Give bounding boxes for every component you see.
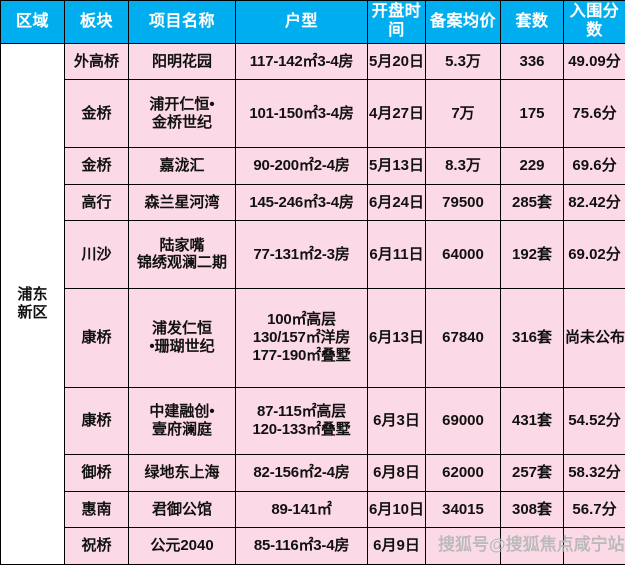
- avg-price-cell: [425, 527, 501, 565]
- column-header-open-date: 开盘时间: [367, 0, 426, 44]
- open-date-cell: 5月13日: [367, 147, 426, 185]
- column-header-block: 板块: [64, 0, 129, 44]
- project-name-cell: 陆家嘴 锦绣观澜二期: [128, 220, 236, 289]
- block-cell: 外高桥: [64, 42, 129, 81]
- table-row: 金桥 浦开仁恒• 金桥世纪 101-150㎡3-4房 4月27日 7万 175 75.6分: [1, 79, 625, 149]
- units-cell: [500, 527, 564, 565]
- project-name-cell: 中建融创• 壹府澜庭: [128, 386, 236, 456]
- block-cell: 康桥: [64, 287, 129, 388]
- layout-cell: 100㎡高层 130/157㎡洋房 177-190㎡叠墅: [235, 287, 368, 388]
- units-cell: 257套: [500, 454, 564, 492]
- score-cell: 82.42分: [563, 183, 625, 222]
- score-cell: 尚未公布: [563, 287, 625, 388]
- block-cell: 惠南: [64, 490, 129, 529]
- layout-cell: 101-150㎡3-4房: [235, 79, 368, 149]
- project-name-cell: 森兰星河湾: [128, 183, 236, 222]
- layout-cell: 145-246㎡3-4房: [235, 183, 368, 222]
- open-date-cell: 6月3日: [367, 386, 426, 456]
- block-cell: 祝桥: [64, 527, 129, 565]
- column-header-project-name: 项目名称: [128, 0, 236, 44]
- table-row: 康桥 中建融创• 壹府澜庭 87-115㎡高层 120-133㎡叠墅 6月3日 69000 4…: [1, 386, 625, 456]
- units-cell: 229: [500, 147, 564, 185]
- units-cell: 192套: [500, 220, 564, 289]
- block-cell: 金桥: [64, 79, 129, 149]
- region-cell: 浦东 新区: [0, 43, 65, 565]
- units-cell: 316套: [500, 287, 564, 388]
- block-cell: 高行: [64, 183, 129, 222]
- avg-price-cell: 62000: [425, 454, 501, 492]
- layout-cell: 82-156㎡2-4房: [235, 454, 368, 492]
- score-cell: 69.6分: [563, 147, 625, 185]
- score-cell: 75.6分: [563, 79, 625, 149]
- table-row: 康桥 浦发仁恒 •珊瑚世纪 100㎡高层 130/157㎡洋房 177-190㎡叠墅 6月1…: [1, 287, 625, 388]
- open-date-cell: 5月20日: [367, 42, 426, 81]
- avg-price-cell: 79500: [425, 183, 501, 222]
- units-cell: 175: [500, 79, 564, 149]
- block-cell: 川沙: [64, 220, 129, 289]
- layout-cell: 89-141㎡: [235, 490, 368, 529]
- score-cell: 69.02分: [563, 220, 625, 289]
- column-header-layout: 户型: [235, 0, 368, 44]
- avg-price-cell: 64000: [425, 220, 501, 289]
- column-header-score: 入围分数: [563, 0, 625, 44]
- layout-cell: 117-142㎡3-4房: [235, 42, 368, 81]
- table-row: 金桥 嘉泷汇 90-200㎡2-4房 5月13日 8.3万 229 69.6分: [1, 147, 625, 185]
- table-header: 区域 板块 项目名称 户型 开盘时间 备案均价 套数 入围分数: [0, 0, 625, 44]
- table-body: 浦东 新区 外高桥 阳明花园 117-142㎡3-4房 5月20日 5.3万 336 49.09…: [0, 42, 625, 565]
- layout-cell: 85-116㎡3-4房: [235, 527, 368, 565]
- open-date-cell: 6月11日: [367, 220, 426, 289]
- avg-price-cell: 7万: [425, 79, 501, 149]
- table-header-row: 区域 板块 项目名称 户型 开盘时间 备案均价 套数 入围分数: [0, 0, 625, 44]
- table-row: 浦东 新区 外高桥 阳明花园 117-142㎡3-4房 5月20日 5.3万 336 49.09…: [0, 42, 625, 565]
- table-row: 川沙 陆家嘴 锦绣观澜二期 77-131㎡2-3房 6月11日 64000 192套 69.0…: [1, 220, 625, 289]
- block-cell: 康桥: [64, 386, 129, 456]
- column-header-region: 区域: [0, 0, 65, 44]
- project-name-cell: 公元2040: [128, 527, 236, 565]
- units-cell: 336: [500, 42, 564, 81]
- avg-price-cell: 34015: [425, 490, 501, 529]
- open-date-cell: 6月13日: [367, 287, 426, 388]
- project-name-cell: 嘉泷汇: [128, 147, 236, 185]
- open-date-cell: 6月8日: [367, 454, 426, 492]
- layout-cell: 90-200㎡2-4房: [235, 147, 368, 185]
- avg-price-cell: 8.3万: [425, 147, 501, 185]
- avg-price-cell: 69000: [425, 386, 501, 456]
- score-cell: 56.7分: [563, 490, 625, 529]
- new-home-listing-table: 区域 板块 项目名称 户型 开盘时间 备案均价 套数 入围分数 浦东 新区 外高桥阳…: [0, 0, 625, 565]
- block-cell: 御桥: [64, 454, 129, 492]
- table-row: 高行 森兰星河湾 145-246㎡3-4房 6月24日 79500 285套 82.42分: [1, 183, 625, 222]
- score-cell: 54.52分: [563, 386, 625, 456]
- project-name-cell: 阳明花园: [128, 42, 236, 81]
- column-header-units: 套数: [500, 0, 564, 44]
- project-name-cell: 绿地东上海: [128, 454, 236, 492]
- score-cell: 49.09分: [563, 42, 625, 81]
- project-name-cell: 浦开仁恒• 金桥世纪: [128, 79, 236, 149]
- open-date-cell: 4月27日: [367, 79, 426, 149]
- layout-cell: 77-131㎡2-3房: [235, 220, 368, 289]
- avg-price-cell: 5.3万: [425, 42, 501, 81]
- layout-cell: 87-115㎡高层 120-133㎡叠墅: [235, 386, 368, 456]
- table-row: 惠南 君御公馆 89-141㎡ 6月10日 34015 308套 56.7分: [1, 490, 625, 529]
- units-cell: 308套: [500, 490, 564, 529]
- open-date-cell: 6月24日: [367, 183, 426, 222]
- project-name-cell: 浦发仁恒 •珊瑚世纪: [128, 287, 236, 388]
- column-header-avg-price: 备案均价: [425, 0, 501, 44]
- units-cell: 431套: [500, 386, 564, 456]
- score-cell: 58.32分: [563, 454, 625, 492]
- open-date-cell: 6月10日: [367, 490, 426, 529]
- units-cell: 285套: [500, 183, 564, 222]
- block-cell: 金桥: [64, 147, 129, 185]
- avg-price-cell: 67840: [425, 287, 501, 388]
- open-date-cell: 6月9日: [367, 527, 426, 565]
- score-cell: [563, 527, 625, 565]
- new-home-listing-table-container: 区域 板块 项目名称 户型 开盘时间 备案均价 套数 入围分数 浦东 新区 外高桥阳…: [0, 0, 625, 565]
- project-name-cell: 君御公馆: [128, 490, 236, 529]
- table-row: 祝桥 公元2040 85-116㎡3-4房 6月9日: [1, 527, 625, 565]
- table-row: 御桥 绿地东上海 82-156㎡2-4房 6月8日 62000 257套 58.32分: [1, 454, 625, 492]
